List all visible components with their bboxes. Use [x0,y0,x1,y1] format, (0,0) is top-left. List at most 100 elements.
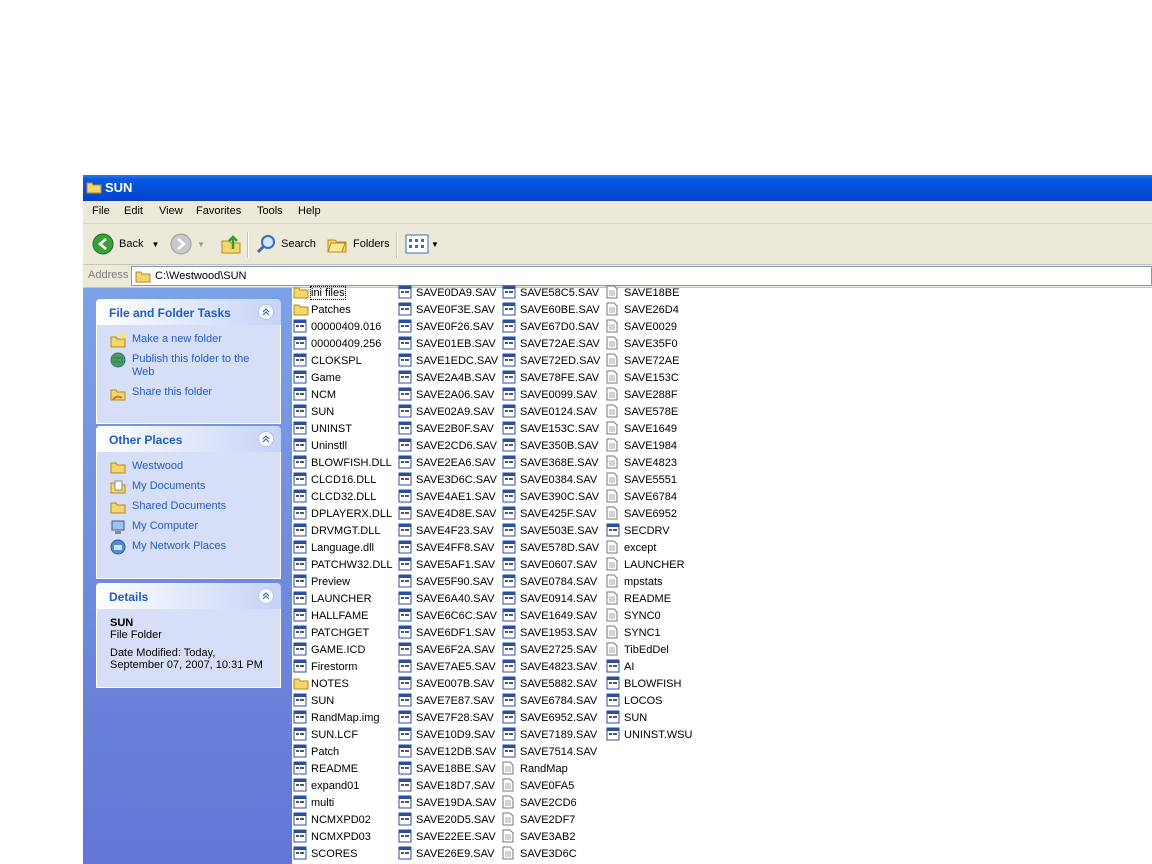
file-item[interactable]: SAVE0124.SAV [502,403,597,420]
file-item[interactable]: SAVE2CD6.SAV [398,437,497,454]
file-item[interactable]: ini files [293,284,346,301]
file-item[interactable]: SAVE4F23.SAV [398,522,494,539]
panel-header[interactable]: Other Places [96,426,281,452]
up-folder-button[interactable] [220,232,242,256]
file-item[interactable]: NCMXPD03 [293,828,371,845]
file-item[interactable]: SAVE26D4 [606,301,679,318]
share-folder-link[interactable]: Share this folder [97,386,274,401]
file-item[interactable]: SAVE6952.SAV [502,709,597,726]
file-item[interactable]: SAVE1EDC.SAV [398,352,498,369]
file-item[interactable]: SAVE0607.SAV [502,556,597,573]
file-item[interactable]: SAVE7AE5.SAV [398,658,496,675]
address-input[interactable]: C:\Westwood\SUN [131,266,1152,286]
file-item[interactable]: SAVE0914.SAV [502,590,597,607]
file-item[interactable]: SUN [293,692,334,709]
file-item[interactable]: RandMap.img [293,709,379,726]
file-item[interactable]: SAVE4D8E.SAV [398,505,496,522]
file-item[interactable]: SYNC0 [606,607,661,624]
file-item[interactable]: SAVE7514.SAV [502,743,597,760]
file-item[interactable]: Preview [293,573,350,590]
file-item[interactable]: GAME.ICD [293,641,365,658]
file-item[interactable]: SAVE58C5.SAV [502,284,599,301]
file-item[interactable]: SAVE578D.SAV [502,539,599,556]
file-item[interactable]: SAVE0F3E.SAV [398,301,495,318]
back-dropdown-icon[interactable]: ▼ [151,240,159,249]
file-item[interactable]: UNINST [293,420,352,437]
file-item[interactable]: SAVE6F2A.SAV [398,641,495,658]
file-item[interactable]: SAVE7E87.SAV [398,692,494,709]
file-item[interactable]: CLOKSPL [293,352,362,369]
file-item[interactable]: SAVE18BE.SAV [398,760,496,777]
file-item[interactable]: SAVE67D0.SAV [502,318,599,335]
file-item[interactable]: CLCD32.DLL [293,488,376,505]
file-item[interactable]: SAVE02A9.SAV [398,403,494,420]
views-dropdown-icon[interactable]: ▼ [431,240,439,249]
file-item[interactable]: SAVE368E.SAV [502,454,598,471]
file-item[interactable]: SAVE20D5.SAV [398,811,495,828]
file-item[interactable]: SAVE0384.SAV [502,471,597,488]
menu-favorites[interactable]: Favorites [196,205,241,217]
file-item[interactable]: SAVE153C.SAV [502,420,599,437]
file-item[interactable]: HALLFAME [293,607,368,624]
file-item[interactable]: SAVE503E.SAV [502,522,598,539]
file-item[interactable]: UNINST.WSU [606,726,692,743]
file-item[interactable]: multi [293,794,334,811]
folders-button[interactable]: Folders [326,232,390,256]
file-item[interactable]: SAVE007B.SAV [398,675,494,692]
collapse-icon[interactable] [258,588,274,604]
file-item[interactable]: SAVE5882.SAV [502,675,597,692]
file-item[interactable]: Game [293,369,341,386]
menu-help[interactable]: Help [298,205,321,217]
file-item[interactable]: SAVE78FE.SAV [502,369,599,386]
file-item[interactable]: mpstats [606,573,663,590]
file-item[interactable]: SUN.LCF [293,726,358,743]
file-item[interactable]: PATCHGET [293,624,369,641]
file-item[interactable]: NCM [293,386,336,403]
file-item[interactable]: SAVE7F28.SAV [398,709,494,726]
menu-file[interactable]: File [92,205,110,217]
make-new-folder-link[interactable]: Make a new folder [97,333,274,348]
file-item[interactable]: README [606,590,671,607]
file-item[interactable]: TibEdDel [606,641,669,658]
file-item[interactable]: SAVE153C [606,369,679,386]
menu-edit[interactable]: Edit [124,205,143,217]
search-button[interactable]: Search [255,232,316,256]
forward-button[interactable]: ▼ [170,232,205,256]
file-item[interactable]: LOCOS [606,692,663,709]
file-item[interactable]: SAVE1984 [606,437,677,454]
file-item[interactable]: BLOWFISH.DLL [293,454,392,471]
file-item[interactable]: SAVE2725.SAV [502,641,597,658]
menu-view[interactable]: View [159,205,183,217]
file-item[interactable]: SAVE6784 [606,488,677,505]
place-westwood-link[interactable]: Westwood [97,460,274,474]
place-my-computer-link[interactable]: My Computer [97,520,274,534]
file-item[interactable]: SUN [293,403,334,420]
file-item[interactable]: DPLAYERX.DLL [293,505,392,522]
file-item[interactable]: SAVE6952 [606,505,677,522]
file-item[interactable]: SAVE10D9.SAV [398,726,495,743]
panel-header[interactable]: File and Folder Tasks [96,299,281,325]
file-item[interactable]: SAVE4823 [606,454,677,471]
file-item[interactable]: SAVE35F0 [606,335,678,352]
place-my-documents-link[interactable]: My Documents [97,480,274,494]
file-item[interactable]: SAVE3AB2 [502,828,575,845]
file-item[interactable]: SAVE578E [606,403,678,420]
file-item[interactable]: SAVE6A40.SAV [398,590,494,607]
file-item[interactable]: SAVE72ED.SAV [502,352,600,369]
file-item[interactable]: SAVE18D7.SAV [398,777,495,794]
file-item[interactable]: RandMap [502,760,568,777]
menu-tools[interactable]: Tools [257,205,283,217]
file-item[interactable]: SAVE6784.SAV [502,692,597,709]
file-item[interactable]: SAVE3D6C.SAV [398,471,497,488]
file-item[interactable]: SAVE18BE [606,284,679,301]
file-item[interactable]: SAVE4823.SAV [502,658,597,675]
file-item[interactable]: SAVE2A4B.SAV [398,369,496,386]
file-item[interactable]: Patch [293,743,339,760]
file-item[interactable]: SAVE2DF7 [502,811,575,828]
file-item[interactable]: SAVE72AE [606,352,679,369]
file-item[interactable]: SAVE19DA.SAV [398,794,496,811]
file-item[interactable]: SAVE5AF1.SAV [398,556,495,573]
file-item[interactable]: SAVE5F90.SAV [398,573,494,590]
file-item[interactable]: SAVE60BE.SAV [502,301,600,318]
file-item[interactable]: CLCD16.DLL [293,471,376,488]
